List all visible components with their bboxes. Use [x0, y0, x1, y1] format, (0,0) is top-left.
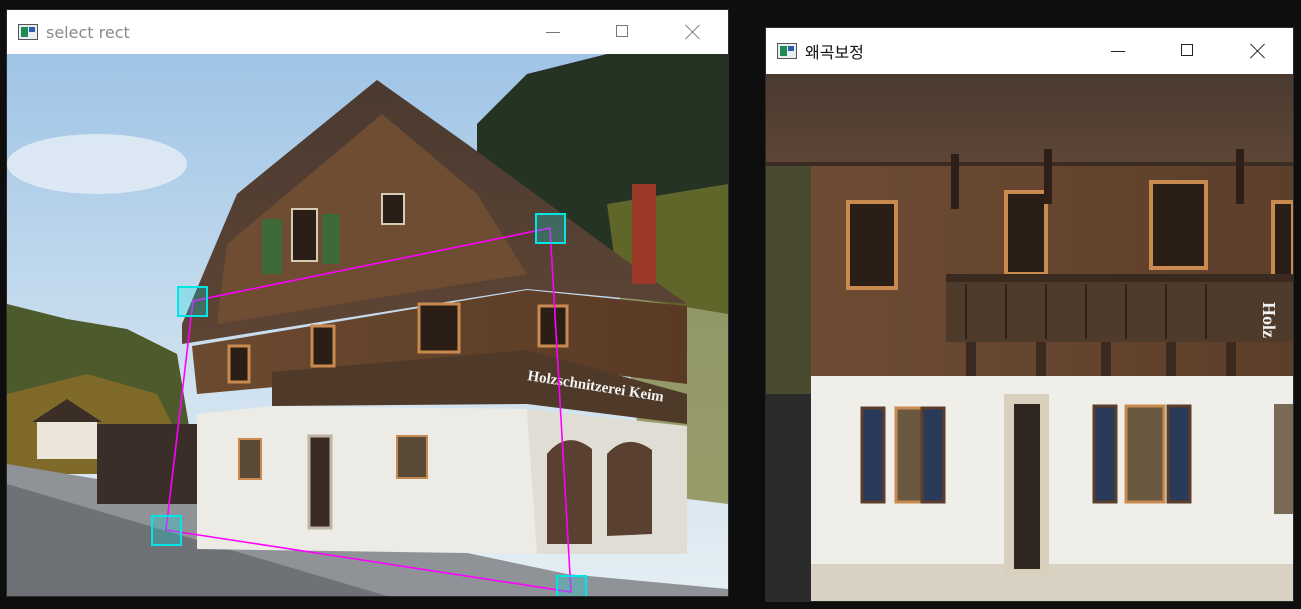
source-image-canvas[interactable]: Holzschnitzerei Keim [7, 54, 728, 596]
corner-handle-bottom-right[interactable] [556, 575, 587, 596]
close-icon [685, 24, 701, 40]
app-window-icon [777, 43, 797, 59]
corner-handle-bottom-left[interactable] [151, 515, 182, 546]
shop-sign-text: Holz [1259, 302, 1279, 338]
source-photo: Holzschnitzerei Keim [7, 54, 728, 596]
title-bar[interactable]: select rect [7, 10, 728, 54]
minimize-icon [546, 32, 560, 33]
corrected-image-canvas: Holz [766, 74, 1293, 601]
corner-handle-top-right[interactable] [535, 213, 566, 244]
maximize-button[interactable] [588, 10, 658, 54]
maximize-icon [1181, 44, 1193, 56]
close-button[interactable] [1223, 28, 1293, 74]
corrected-photo: Holz [766, 74, 1293, 601]
window-title: select rect [46, 22, 130, 42]
corner-handle-top-left[interactable] [177, 286, 208, 317]
maximize-button[interactable] [1153, 28, 1223, 74]
title-bar[interactable]: 왜곡보정 [766, 28, 1293, 74]
minimize-button[interactable] [1083, 28, 1153, 74]
perspective-correction-window: 왜곡보정 Holz [766, 28, 1293, 601]
app-window-icon [18, 24, 38, 40]
minimize-button[interactable] [518, 10, 588, 54]
close-icon [1250, 43, 1266, 59]
close-button[interactable] [658, 10, 728, 54]
select-rect-window: select rect Holzschnitzerei Keim [7, 10, 728, 596]
maximize-icon [616, 25, 628, 37]
minimize-icon [1111, 51, 1125, 52]
window-title: 왜곡보정 [805, 43, 864, 62]
